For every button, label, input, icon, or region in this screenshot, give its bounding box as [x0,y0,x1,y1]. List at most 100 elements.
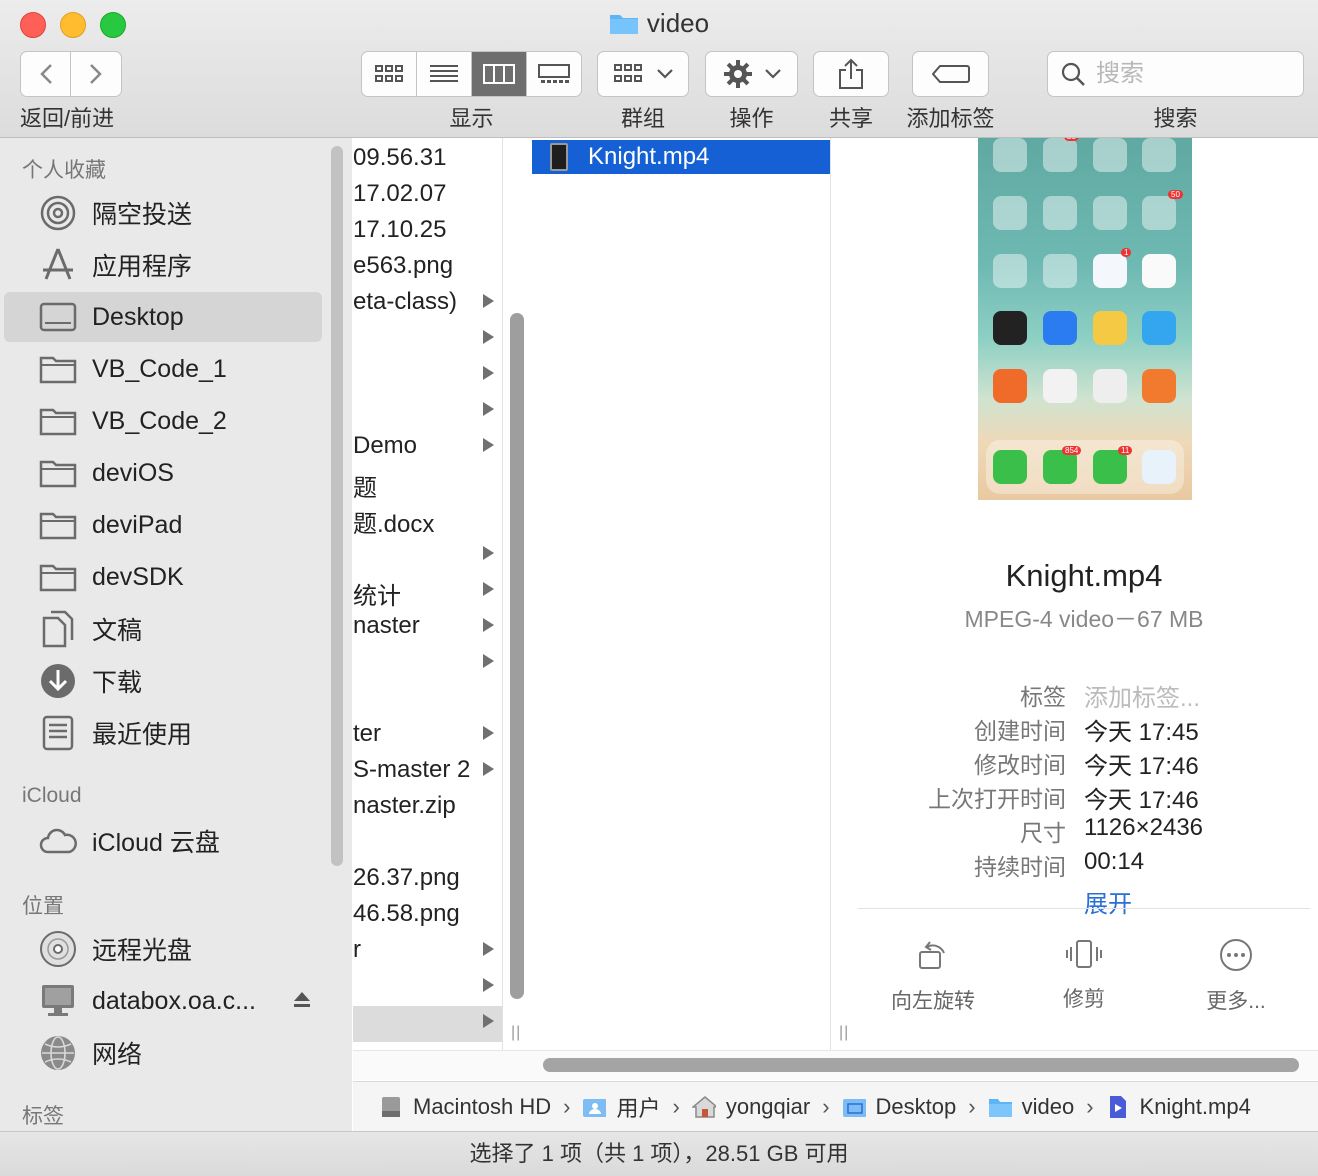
view-list-button[interactable] [417,52,472,96]
view-mode-control[interactable] [361,51,582,97]
list-item[interactable]: 26.37.png [353,862,502,898]
rotate-left-button[interactable]: 向左旋转 [858,938,1008,1015]
share-button[interactable] [813,51,889,97]
sidebar-item-airdrop[interactable]: 隔空投送 [4,188,322,238]
preview-filename: Knight.mp4 [1005,558,1163,593]
app-icon-orange [1142,369,1176,403]
trim-button[interactable]: 修剪 [1009,938,1159,1013]
list-item[interactable]: 题 [353,466,502,502]
sidebar-scrollbar[interactable] [331,146,343,866]
tags-header: 标签 [22,1105,64,1128]
column-scrollbar[interactable] [510,313,524,999]
path-item-macintosh-hd[interactable]: Macintosh HD › [379,1094,582,1120]
list-item[interactable]: Demo [353,430,502,466]
list-item[interactable] [353,538,502,574]
disclosure-arrow-icon [483,1014,494,1028]
sidebar-item-downloads[interactable]: 下载 [4,656,322,706]
messages-app-icon [1043,450,1077,484]
list-item[interactable] [353,322,502,358]
list-item[interactable]: 09.56.31 [353,142,502,178]
path-label: 用户 [616,1095,661,1121]
share-icon [839,58,863,89]
search-input[interactable] [1096,60,1286,88]
sidebar-item-vb-code-2[interactable]: VB_Code_2 [4,396,322,446]
item-name: e563.png [353,252,454,279]
home-icon [691,1095,716,1118]
action-button[interactable] [705,51,798,97]
path-item-file[interactable]: Knight.mp4 [1106,1094,1251,1120]
list-item-selected[interactable] [353,1006,502,1042]
app-folder [1142,138,1176,172]
sidebar-item-label: 远程光盘 [92,937,193,965]
item-name: naster.zip [353,792,456,819]
forward-button[interactable] [70,51,122,97]
columns-view-icon [483,64,515,84]
view-label: 显示 [449,106,494,131]
list-item[interactable]: r [353,934,502,970]
list-item[interactable]: 统计 [353,574,502,610]
tag-label: 添加标签 [906,106,995,131]
path-item-home[interactable]: yongqiar › [691,1094,842,1120]
list-item[interactable] [353,682,502,718]
window-title-text: video [646,8,710,38]
view-columns-button[interactable] [472,52,527,96]
list-item[interactable]: S-master 2 [353,754,502,790]
maimai-icon [1043,311,1077,345]
sidebar-item-devsdk[interactable]: devSDK [4,552,322,602]
sidebar-item-applications[interactable]: 应用程序 [4,240,322,290]
folder-icon [39,356,77,384]
sidebar-item-remote-disc[interactable]: 远程光盘 [4,924,322,974]
list-item[interactable] [353,970,502,1006]
list-item[interactable]: naster.zip [353,790,502,826]
more-button[interactable]: 更多... [1161,938,1311,1015]
sidebar-item-recents[interactable]: 最近使用 [4,708,322,758]
sidebar-item-devipad[interactable]: deviPad [4,500,322,550]
sidebar-item-desktop[interactable]: Desktop [4,292,322,342]
list-item[interactable]: 17.02.07 [353,178,502,214]
item-name: 09.56.31 [353,144,447,171]
tag-button[interactable] [912,51,989,97]
list-item[interactable] [353,826,502,862]
horizontal-scrollbar[interactable] [543,1058,1299,1072]
more-icon [1220,939,1252,971]
list-item[interactable]: 46.58.png [353,898,502,934]
sidebar-item-devios[interactable]: deviOS [4,448,322,498]
column-resize-handle[interactable]: || [511,1024,521,1042]
sidebar-item-databox[interactable]: databox.oa.c... [4,976,322,1026]
list-item[interactable] [353,646,502,682]
list-item[interactable]: e563.png [353,250,502,286]
disclosure-arrow-icon [483,546,494,560]
sidebar-item-vb-code-1[interactable]: VB_Code_1 [4,344,322,394]
list-item[interactable]: naster [353,610,502,646]
sidebar-item-label: Desktop [92,302,184,331]
column-resize-handle[interactable]: || [839,1024,849,1042]
view-gallery-button[interactable] [527,52,581,96]
add-tags-field[interactable]: 添加标签... [1084,678,1200,713]
recents-icon [42,715,74,751]
list-item[interactable]: eta-class) [353,286,502,322]
search-field[interactable] [1047,51,1304,97]
path-item-video[interactable]: video › [988,1094,1106,1120]
path-item-desktop[interactable]: Desktop › [842,1094,988,1120]
expand-link[interactable]: 展开 [1084,884,1132,919]
path-item-users[interactable]: 用户 › [582,1091,691,1123]
list-item[interactable]: 题.docx [353,502,502,538]
list-item[interactable]: ter [353,718,502,754]
back-button[interactable] [20,51,71,97]
sidebar-item-network[interactable]: 网络 [4,1028,322,1078]
list-item[interactable]: 17.10.25 [353,214,502,250]
eject-icon[interactable] [292,990,312,1008]
sidebar-item-label: deviOS [92,458,174,487]
sidebar-item-icloud-drive[interactable]: iCloud 云盘 [4,816,322,866]
path-separator: › [1086,1093,1094,1119]
sidebar-item-documents[interactable]: 文稿 [4,604,322,654]
file-row-selected[interactable]: Knight.mp4 [532,140,830,174]
path-label: Macintosh HD [413,1093,552,1119]
view-icons-button[interactable] [362,52,417,96]
list-item[interactable] [353,394,502,430]
group-button[interactable] [597,51,689,97]
path-separator: › [968,1093,976,1119]
list-item[interactable] [353,358,502,394]
meta-label-modified: 修改时间 [974,752,1066,778]
disclosure-arrow-icon [483,402,494,416]
